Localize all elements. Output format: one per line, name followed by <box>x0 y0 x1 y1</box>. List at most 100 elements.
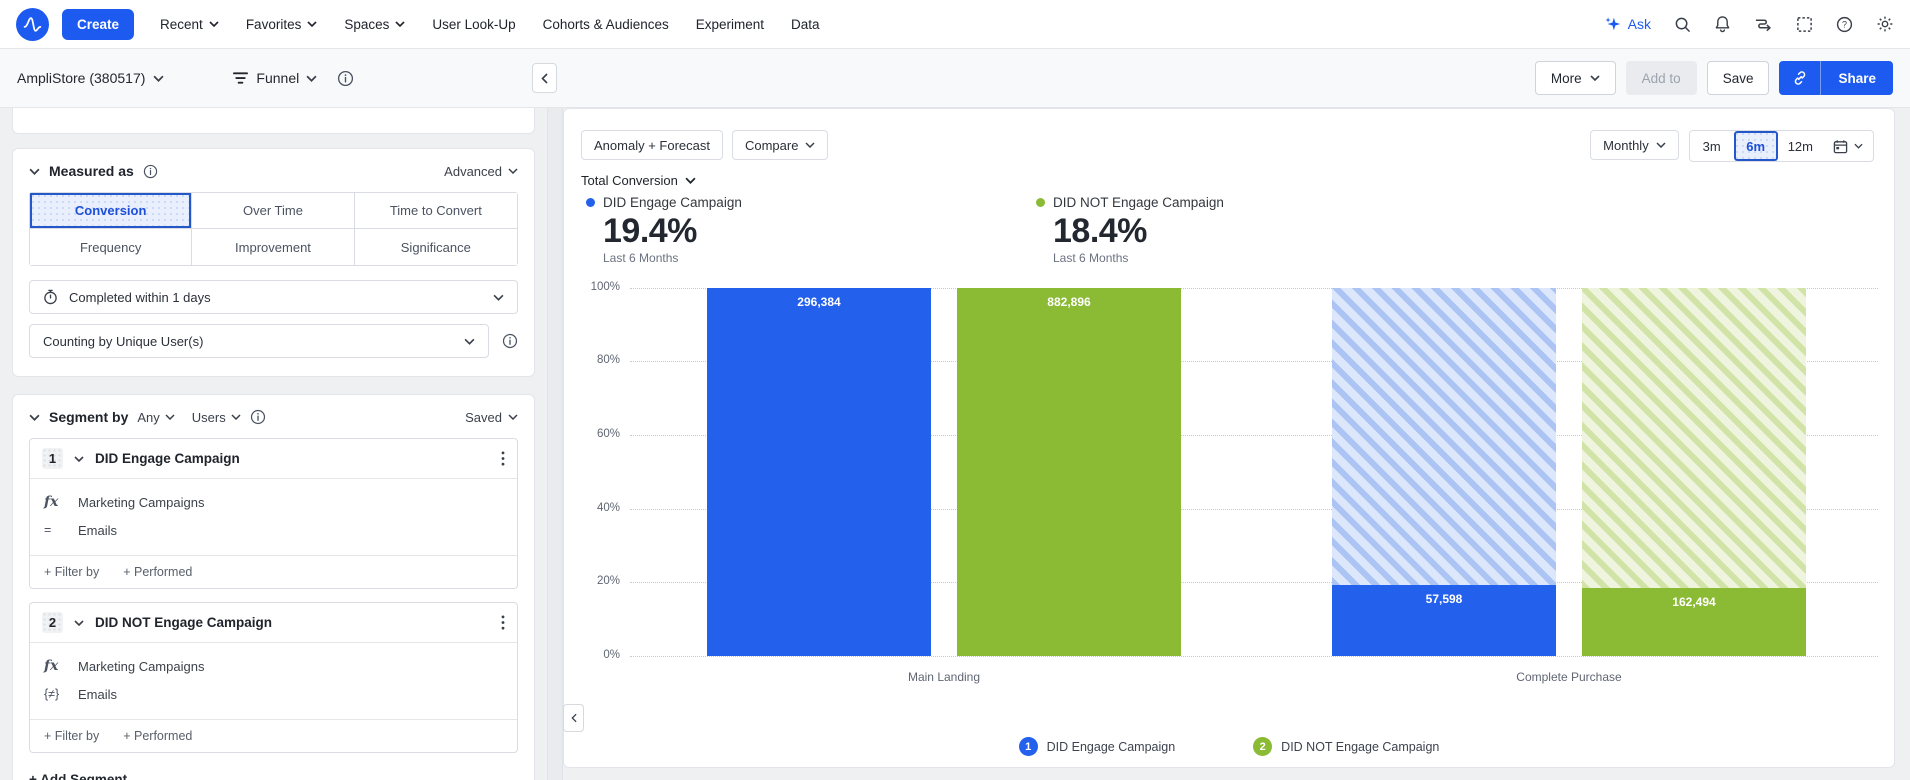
share-button[interactable]: Share <box>1821 61 1893 95</box>
pathfinder-curve-icon[interactable] <box>1754 16 1773 32</box>
help-icon[interactable]: ? <box>1836 16 1853 33</box>
segment-property[interactable]: Marketing Campaigns <box>78 495 204 510</box>
create-button[interactable]: Create <box>62 8 135 40</box>
custom-date-range[interactable] <box>1823 131 1873 161</box>
project-selector[interactable]: AmpliStore (380517) <box>17 70 164 86</box>
metric-selector[interactable]: Total Conversion <box>581 173 696 188</box>
measured-as-card: Measured as Advanced Conversion Over Tim… <box>12 148 535 377</box>
add-to-button[interactable]: Add to <box>1625 61 1697 95</box>
info-icon[interactable] <box>502 333 518 349</box>
range-6m[interactable]: 6m <box>1733 131 1778 161</box>
chart-toolbar: AmpliStore (380517) Funnel More Add to S… <box>0 49 1910 108</box>
amplitude-logo[interactable] <box>16 7 49 41</box>
sidebar-resizer-handle[interactable] <box>547 108 563 780</box>
anomaly-forecast-button[interactable]: Anomaly + Forecast <box>581 130 723 160</box>
legend-item-segment-1[interactable]: 1 DID Engage Campaign <box>1018 737 1175 756</box>
series-color-dot <box>586 198 595 207</box>
y-axis-tick: 0% <box>603 649 620 661</box>
segment-name[interactable]: DID Engage Campaign <box>95 451 240 466</box>
chevron-down-icon[interactable] <box>29 168 40 175</box>
copy-link-button[interactable] <box>1779 61 1822 95</box>
chevron-down-icon[interactable] <box>74 619 84 626</box>
nav-item-recent[interactable]: Recent <box>160 17 219 32</box>
segment-value[interactable]: Emails <box>78 687 117 702</box>
measured-as-title: Measured as <box>49 163 134 179</box>
more-button[interactable]: More <box>1534 61 1616 95</box>
x-axis-label: Main Landing <box>907 670 981 684</box>
operator-equals[interactable]: = <box>44 523 66 537</box>
chevron-down-icon <box>508 168 518 174</box>
segment-property[interactable]: Marketing Campaigns <box>78 659 204 674</box>
saved-segments-dropdown[interactable]: Saved <box>465 410 518 425</box>
funnel-bar[interactable]: 296,384 <box>707 288 931 656</box>
kebab-menu-icon[interactable] <box>501 615 505 630</box>
y-axis-tick: 20% <box>596 575 620 587</box>
chevron-down-icon <box>1656 142 1666 148</box>
series-color-dot <box>1036 198 1045 207</box>
legend-item-segment-2[interactable]: 2 DID NOT Engage Campaign <box>1253 737 1439 756</box>
segment-1: 1 DID Engage Campaign fx Marketing Campa… <box>29 438 518 589</box>
compare-dropdown[interactable]: Compare <box>731 130 829 160</box>
measured-as-tabs: Conversion Over Time Time to Convert Fre… <box>29 192 518 266</box>
counting-by-selector[interactable]: Counting by Unique User(s) <box>29 324 489 358</box>
operator-not-equals[interactable]: {≠} <box>44 687 66 701</box>
legend-badge: 1 <box>1018 737 1038 756</box>
segment-value[interactable]: Emails <box>78 523 117 538</box>
conversion-window-selector[interactable]: Completed within 1 days <box>29 280 518 314</box>
nav-item-favorites[interactable]: Favorites <box>246 17 318 32</box>
settings-gear-icon[interactable] <box>1876 15 1894 33</box>
nav-item-cohorts-audiences[interactable]: Cohorts & Audiences <box>543 17 669 32</box>
add-segment-button[interactable]: + Add Segment <box>29 772 518 780</box>
tab-over-time[interactable]: Over Time <box>192 193 355 229</box>
tab-significance[interactable]: Significance <box>354 229 517 265</box>
nav-item-spaces[interactable]: Spaces <box>344 17 405 32</box>
tab-time-to-convert[interactable]: Time to Convert <box>354 193 517 229</box>
segment-entity-selector[interactable]: Users <box>192 410 241 425</box>
range-3m[interactable]: 3m <box>1690 131 1734 161</box>
funnel-bar[interactable]: 162,494 <box>1582 588 1806 656</box>
chevron-down-icon[interactable] <box>29 414 40 421</box>
kebab-menu-icon[interactable] <box>501 451 505 466</box>
date-range-segmented-control: 3m 6m 12m <box>1688 130 1874 162</box>
nav-item-data[interactable]: Data <box>791 17 820 32</box>
sidebar-collapse-button[interactable] <box>532 63 557 93</box>
info-icon[interactable] <box>250 409 266 425</box>
save-button[interactable]: Save <box>1706 61 1770 95</box>
notifications-bell-icon[interactable] <box>1714 15 1731 33</box>
chart-panel: Anomaly + Forecast Compare Monthly 3m 6m… <box>563 108 1910 780</box>
nav-item-experiment[interactable]: Experiment <box>696 17 764 32</box>
tab-improvement[interactable]: Improvement <box>192 229 355 265</box>
funnel-bar-unconverted[interactable] <box>1332 288 1556 585</box>
interval-dropdown[interactable]: Monthly <box>1590 130 1679 160</box>
bar-value-label: 882,896 <box>1047 295 1091 309</box>
funnel-bar-unconverted[interactable] <box>1582 288 1806 588</box>
advanced-dropdown[interactable]: Advanced <box>444 164 518 179</box>
info-icon[interactable] <box>143 164 158 179</box>
add-performed-link[interactable]: + Performed <box>123 565 192 579</box>
add-performed-link[interactable]: + Performed <box>123 729 192 743</box>
segment-2: 2 DID NOT Engage Campaign fx Marketing C… <box>29 602 518 753</box>
metric-value: 19.4% <box>603 212 697 250</box>
dashed-frame-icon[interactable] <box>1796 16 1813 33</box>
chart-expand-button[interactable] <box>563 704 584 732</box>
funnel-bar[interactable]: 882,896 <box>957 288 1181 656</box>
add-filter-link[interactable]: + Filter by <box>44 729 99 743</box>
funnel-bar[interactable]: 57,598 <box>1332 585 1556 656</box>
segment-name[interactable]: DID NOT Engage Campaign <box>95 615 272 630</box>
tab-frequency[interactable]: Frequency <box>30 229 193 265</box>
chevron-down-icon[interactable] <box>74 455 84 462</box>
add-filter-link[interactable]: + Filter by <box>44 565 99 579</box>
ask-button[interactable]: Ask <box>1604 15 1651 33</box>
chart-type-selector[interactable]: Funnel <box>232 70 317 86</box>
nav-item-user-look-up[interactable]: User Look-Up <box>432 17 515 32</box>
x-axis-label: Complete Purchase <box>1516 670 1622 684</box>
metric-name: DID Engage Campaign <box>603 195 742 210</box>
info-icon[interactable] <box>337 70 354 87</box>
search-icon[interactable] <box>1674 16 1691 33</box>
chevron-down-icon <box>209 21 219 27</box>
tab-conversion[interactable]: Conversion <box>30 193 193 229</box>
segment-match-selector[interactable]: Any <box>137 410 175 425</box>
range-12m[interactable]: 12m <box>1778 131 1823 161</box>
bars-area: Main Landing Complete Purchase 296,384 882… <box>630 288 1878 684</box>
metric-summary-segment-1: DID Engage Campaign 19.4% Last 6 Months <box>586 195 742 265</box>
